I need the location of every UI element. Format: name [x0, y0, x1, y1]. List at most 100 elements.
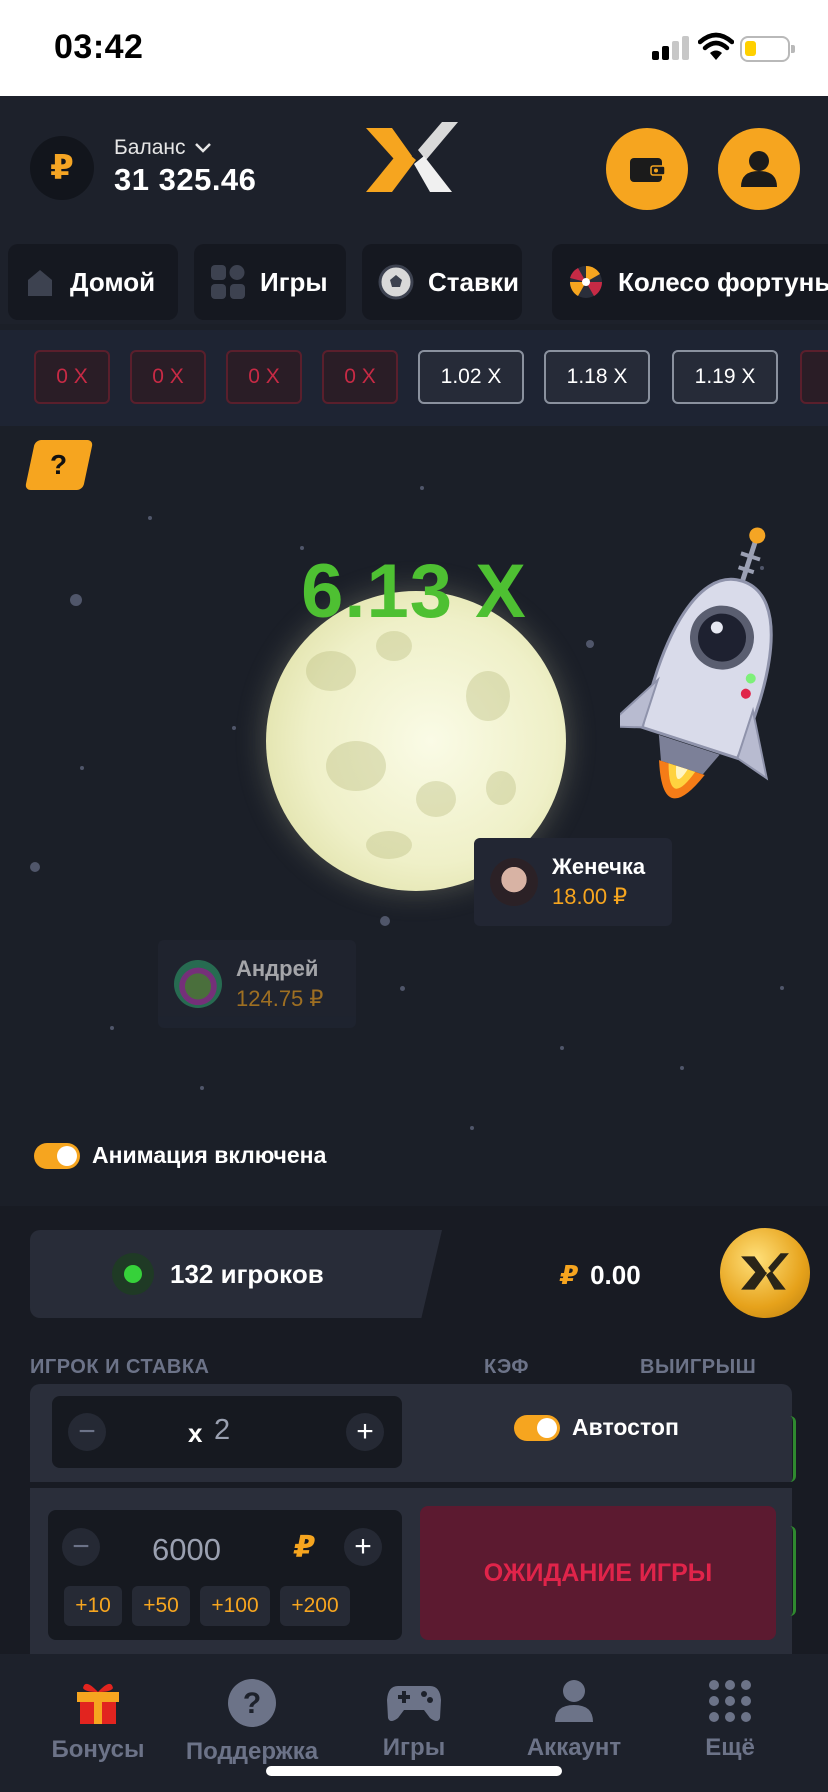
nav-games[interactable]: Игры [334, 1678, 494, 1762]
tab-home[interactable]: Домой [8, 244, 178, 320]
column-header-win: ВЫИГРЫШ [640, 1356, 757, 1378]
star [30, 862, 40, 872]
quick-bet-50[interactable]: +50 [132, 1586, 190, 1626]
svg-text:?: ? [243, 1687, 261, 1720]
rocket-image [620, 527, 773, 799]
user-icon [741, 151, 777, 187]
autostop-decrease-button[interactable]: − [68, 1413, 106, 1451]
multiplier-history: 0 X 0 X 0 X 0 X 1.02 X 1.18 X 1.19 X [0, 330, 828, 426]
star [780, 986, 784, 990]
bet-panel: 132 игроков ₽ 0.00 ИГРОК И СТАВКА КЭФ ВЫ… [0, 1206, 828, 1654]
autostop-value[interactable]: 2 [214, 1414, 230, 1447]
history-chip: 1.19 X [672, 350, 778, 404]
games-grid-icon [211, 265, 245, 299]
stake-input[interactable]: 6000 [152, 1532, 221, 1568]
players-count: 132 игроков [170, 1258, 324, 1289]
player-win-card: Женечка 18.00 ₽ [474, 838, 672, 926]
tab-bets[interactable]: Ставки [362, 244, 522, 320]
tab-fortune-wheel[interactable]: Колесо фортуны [552, 244, 828, 320]
win-row-edge [790, 1526, 796, 1616]
autostop-toggle[interactable]: Автостоп [514, 1414, 679, 1441]
waiting-for-game-button[interactable]: ОЖИДАНИЕ ИГРЫ [420, 1506, 776, 1640]
currency-icon: ₽ [30, 136, 94, 200]
brand-logo[interactable] [362, 120, 462, 200]
history-chip: 0 X [322, 350, 398, 404]
quick-bet-100[interactable]: +100 [200, 1586, 270, 1626]
player-name: Андрей [236, 956, 319, 981]
game-canvas: ? 6.13 X Женечка 18.00 ₽ Андрей 124.75 ₽… [0, 426, 828, 1206]
more-dots-icon [709, 1680, 751, 1722]
player-win: 124.75 ₽ [236, 986, 324, 1011]
balance-selector[interactable]: Баланс [114, 136, 212, 160]
balance-value: 31 325.46 [114, 162, 257, 197]
chevron-down-icon [194, 143, 211, 153]
nav-account[interactable]: Аккаунт [494, 1678, 654, 1762]
column-header-coef: КЭФ [484, 1356, 529, 1378]
star [380, 916, 390, 926]
stake-increase-button[interactable]: + [344, 1528, 382, 1566]
home-icon [28, 270, 52, 296]
star [148, 516, 152, 520]
column-header-player: ИГРОК И СТАВКА [30, 1356, 210, 1378]
stake-row: − 6000 ₽ + +10 +50 +100 +200 ОЖИДАНИЕ ИГ… [30, 1488, 792, 1654]
total-bets: ₽ 0.00 [560, 1260, 641, 1291]
currency-icon: ₽ [560, 1260, 579, 1290]
star [80, 766, 84, 770]
wallet-icon [630, 158, 666, 182]
nav-more[interactable]: Ещё [650, 1678, 810, 1762]
autostop-increase-button[interactable]: + [346, 1413, 384, 1451]
player-win: 18.00 ₽ [552, 884, 628, 909]
cellular-signal-icon [652, 36, 689, 60]
soccer-ball-icon [378, 264, 414, 300]
animation-label: Анимация включена [92, 1142, 327, 1168]
star [232, 726, 236, 730]
profile-button[interactable] [718, 128, 800, 210]
star [560, 1046, 564, 1050]
avatar [174, 960, 222, 1008]
avatar [490, 858, 538, 906]
history-chip [800, 350, 828, 404]
nav-support[interactable]: ? Поддержка [172, 1678, 332, 1766]
quick-bet-10[interactable]: +10 [64, 1586, 122, 1626]
star [470, 1126, 474, 1130]
stake-currency: ₽ [294, 1531, 315, 1564]
autostop-prefix: x [188, 1418, 203, 1448]
star [400, 986, 405, 991]
online-indicator-icon [112, 1253, 154, 1295]
toggle-switch[interactable] [34, 1142, 80, 1169]
player-name: Женечка [552, 854, 646, 879]
autostop-stepper: − x 2 + [52, 1396, 402, 1468]
main-nav-tabs: Домой Игры Ставки Колесо фортуны [0, 236, 828, 324]
gift-icon [77, 1683, 119, 1724]
wallet-button[interactable] [606, 128, 688, 210]
app-header: ₽ Баланс 31 325.46 [0, 96, 828, 236]
help-button[interactable]: ? [24, 440, 94, 490]
help-circle-icon: ? [228, 1679, 276, 1727]
star [110, 1026, 114, 1030]
tab-games[interactable]: Игры [194, 244, 346, 320]
win-row-edge [790, 1416, 796, 1482]
stake-decrease-button[interactable]: − [62, 1528, 100, 1566]
animation-toggle[interactable]: Анимация включена [34, 1142, 326, 1169]
player-win-card: Андрей 124.75 ₽ [158, 940, 356, 1028]
history-chip: 0 X [226, 350, 302, 404]
status-time: 03:42 [54, 28, 144, 66]
star [200, 1086, 204, 1090]
home-indicator[interactable] [266, 1766, 562, 1776]
history-chip: 0 X [34, 350, 110, 404]
fortune-wheel-icon [569, 265, 603, 298]
nav-bonuses[interactable]: Бонусы [18, 1678, 178, 1764]
balance-label: Баланс [114, 136, 186, 159]
quick-bet-200[interactable]: +200 [280, 1586, 350, 1626]
star [680, 1066, 684, 1070]
star [586, 640, 594, 648]
account-icon [555, 1680, 593, 1722]
history-chip: 0 X [130, 350, 206, 404]
autostop-label: Автостоп [572, 1414, 679, 1440]
history-chip: 1.18 X [544, 350, 650, 404]
gamepad-icon [387, 1686, 441, 1721]
toggle-switch[interactable] [514, 1414, 560, 1441]
star [420, 486, 424, 490]
coin-icon [720, 1228, 810, 1318]
autostop-row: − x 2 + Автостоп [30, 1384, 792, 1482]
